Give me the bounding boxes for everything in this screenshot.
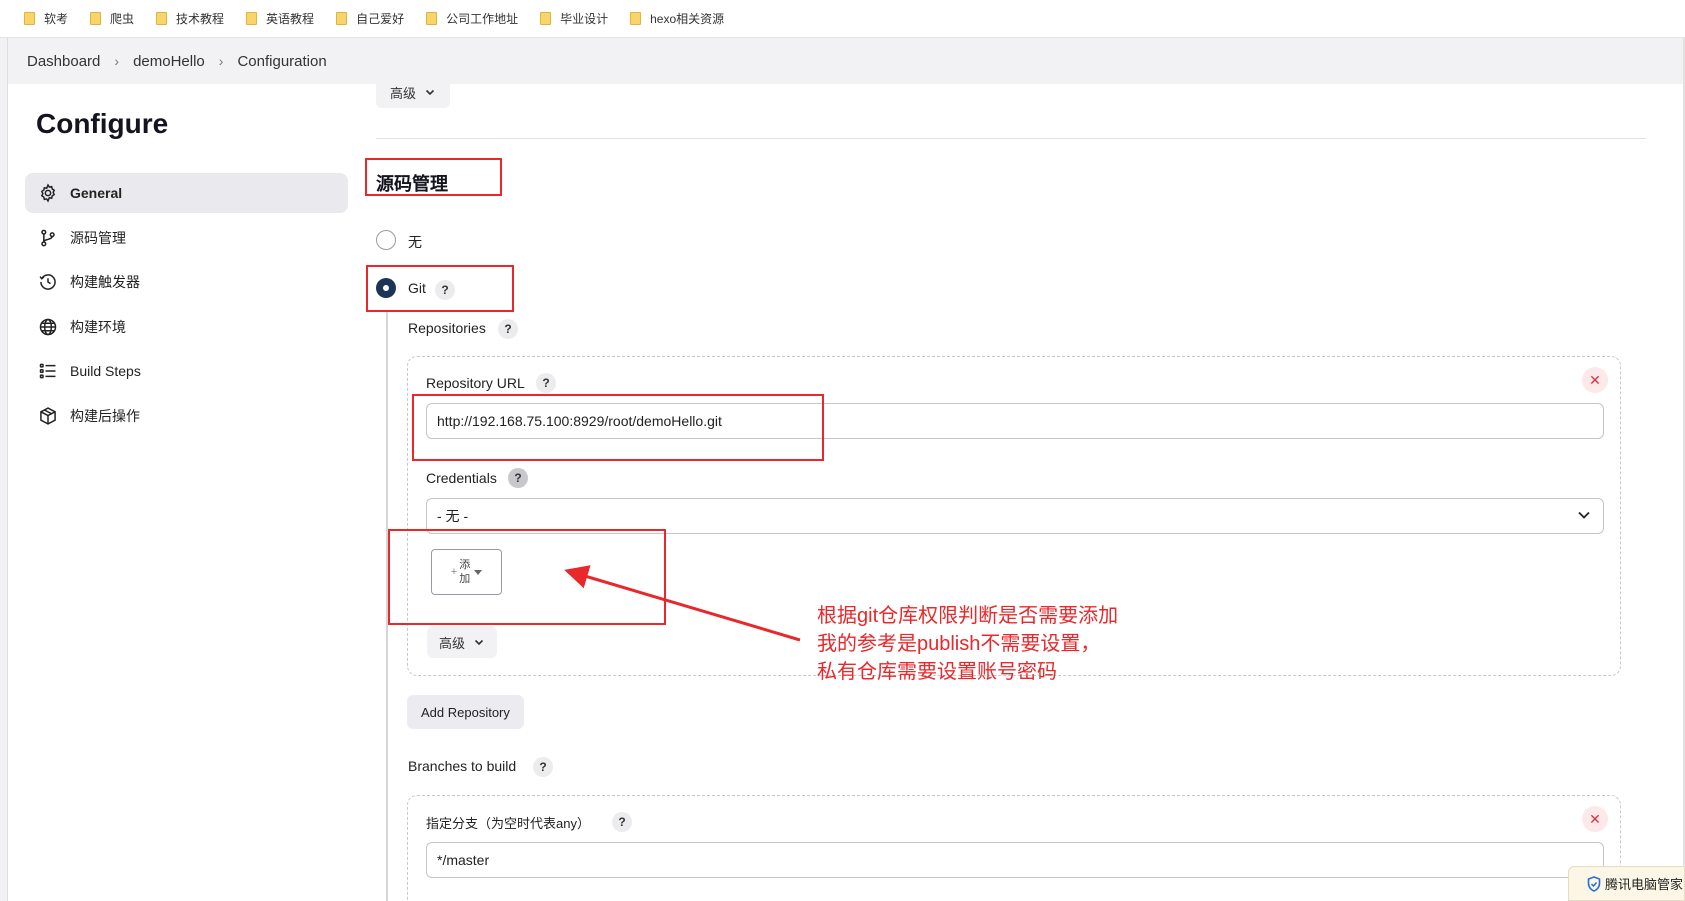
sidebar-item-label: 构建后操作 bbox=[70, 407, 140, 424]
highlight-box-repository-url bbox=[412, 394, 824, 461]
annotation-line: 根据git仓库权限判断是否需要添加 bbox=[817, 605, 1119, 627]
help-icon[interactable]: ? bbox=[498, 319, 518, 339]
repositories-label: Repositories bbox=[408, 320, 486, 336]
advanced-label: 高级 bbox=[439, 635, 466, 651]
folder-icon bbox=[426, 12, 438, 25]
branch-specifier-label: 指定分支（为空时代表any） bbox=[426, 816, 590, 831]
bookmarks-bar: 软考 爬虫 技术教程 英语教程 自己爱好 公司工作地址 毕业设计 hexo相关资… bbox=[0, 0, 1685, 38]
sidebar-item-label: 源码管理 bbox=[70, 229, 126, 246]
gear-icon bbox=[37, 182, 59, 204]
bookmark-label: 英语教程 bbox=[266, 12, 315, 26]
folder-icon bbox=[24, 12, 35, 25]
bookmark[interactable]: hexo相关资源 bbox=[630, 10, 724, 27]
radio-none-label: 无 bbox=[408, 234, 422, 250]
sidebar-item-label: 构建环境 bbox=[70, 318, 126, 335]
help-icon[interactable]: ? bbox=[612, 812, 632, 832]
package-icon bbox=[37, 405, 59, 427]
sidebar-item-label: 构建触发器 bbox=[70, 274, 140, 290]
bookmark-label: 公司工作地址 bbox=[446, 12, 519, 26]
folder-icon bbox=[336, 12, 348, 25]
sidebar-item-label: Build Steps bbox=[70, 363, 141, 379]
close-icon[interactable]: ✕ bbox=[1582, 806, 1608, 832]
breadcrumb-job[interactable]: demoHello bbox=[133, 53, 205, 70]
bookmark-label: 技术教程 bbox=[176, 12, 225, 26]
highlight-box-git-option bbox=[366, 265, 514, 312]
bookmark[interactable]: 爬虫 bbox=[90, 10, 134, 27]
bookmark-label: 自己爱好 bbox=[356, 12, 405, 26]
advanced-label: 高级 bbox=[390, 85, 417, 101]
close-icon[interactable]: ✕ bbox=[1582, 367, 1608, 393]
repository-url-label: Repository URL bbox=[426, 375, 525, 391]
chevron-down-icon bbox=[474, 639, 484, 646]
folder-icon bbox=[156, 12, 168, 25]
radio-none[interactable] bbox=[376, 230, 396, 250]
chevron-down-icon bbox=[425, 89, 435, 96]
screen: 软考 爬虫 技术教程 英语教程 自己爱好 公司工作地址 毕业设计 hexo相关资… bbox=[0, 0, 1685, 901]
branch-icon bbox=[37, 227, 59, 249]
highlight-box-add-button bbox=[388, 529, 666, 625]
branch-specifier-input[interactable]: */master bbox=[426, 842, 1604, 878]
tray-notification[interactable]: 腾讯电脑管家 bbox=[1568, 866, 1685, 901]
bookmark[interactable]: 软考 bbox=[24, 10, 68, 27]
bookmark-label: 毕业设计 bbox=[560, 12, 609, 26]
credentials-label: Credentials bbox=[426, 470, 497, 486]
annotation-note: 根据git仓库权限判断是否需要添加 我的参考是publish不需要设置， 私有仓… bbox=[817, 602, 1118, 686]
tray-label: 腾讯电脑管家 bbox=[1605, 877, 1684, 892]
list-icon bbox=[37, 360, 59, 382]
branch-specifier-value: */master bbox=[437, 852, 490, 868]
sidebar-item-label: General bbox=[70, 185, 123, 201]
branches-label: Branches to build bbox=[408, 758, 517, 774]
help-icon[interactable]: ? bbox=[533, 757, 553, 777]
breadcrumb-dashboard[interactable]: Dashboard bbox=[27, 53, 100, 70]
sidebar-item-environment[interactable]: 构建环境 bbox=[25, 307, 348, 347]
globe-icon bbox=[37, 316, 59, 338]
sidebar-item-build-steps[interactable]: Build Steps bbox=[25, 351, 348, 391]
chevron-down-icon bbox=[1578, 511, 1590, 519]
add-repository-button[interactable]: Add Repository bbox=[407, 695, 524, 729]
clock-icon bbox=[37, 271, 59, 293]
breadcrumb-configuration[interactable]: Configuration bbox=[237, 53, 326, 70]
bookmark-label: 软考 bbox=[44, 12, 69, 26]
folder-icon bbox=[246, 12, 258, 25]
annotation-line: 我的参考是publish不需要设置， bbox=[817, 633, 1101, 655]
credentials-value: - 无 - bbox=[437, 508, 469, 524]
bookmark[interactable]: 英语教程 bbox=[246, 10, 314, 27]
help-icon[interactable]: ? bbox=[508, 468, 528, 488]
highlight-box-section-title bbox=[365, 158, 502, 196]
folder-icon bbox=[540, 12, 552, 25]
chevron-right-icon: › bbox=[114, 53, 120, 69]
bookmark-label: 爬虫 bbox=[110, 12, 135, 26]
bookmark-label: hexo相关资源 bbox=[650, 12, 725, 26]
page-title: Configure bbox=[36, 108, 169, 139]
bookmark[interactable]: 毕业设计 bbox=[540, 10, 608, 27]
breadcrumb: Dashboard › demoHello › Configuration bbox=[8, 38, 1685, 84]
repository-advanced-button[interactable]: 高级 bbox=[427, 626, 498, 658]
folder-icon bbox=[90, 12, 102, 25]
bookmark[interactable]: 技术教程 bbox=[156, 10, 224, 27]
sidebar-item-scm[interactable]: 源码管理 bbox=[25, 218, 348, 258]
bookmark[interactable]: 公司工作地址 bbox=[426, 10, 518, 27]
shield-icon bbox=[1587, 875, 1601, 892]
help-icon[interactable]: ? bbox=[536, 373, 556, 393]
bookmark[interactable]: 自己爱好 bbox=[336, 10, 404, 27]
window-left-edge bbox=[0, 38, 8, 901]
section-divider bbox=[376, 138, 1646, 139]
sidebar-item-general[interactable]: General bbox=[25, 173, 348, 213]
sidebar-nav: General 源码管理 构建触发器 构建环境 Build Steps 构建后操… bbox=[25, 173, 348, 440]
advanced-button[interactable]: 高级 bbox=[376, 76, 451, 108]
annotation-line: 私有仓库需要设置账号密码 bbox=[817, 661, 1057, 683]
folder-icon bbox=[630, 12, 642, 25]
chevron-right-icon: › bbox=[218, 53, 224, 69]
sidebar-item-triggers[interactable]: 构建触发器 bbox=[25, 262, 348, 302]
sidebar-item-post-build[interactable]: 构建后操作 bbox=[25, 396, 348, 436]
